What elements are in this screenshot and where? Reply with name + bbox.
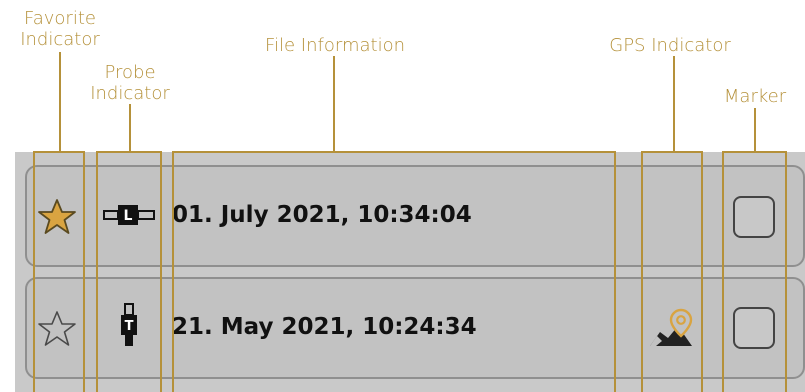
marker-callout-line	[754, 108, 756, 152]
gps-column-left	[641, 151, 643, 392]
file-info-column-right	[614, 151, 616, 392]
svg-text:L: L	[124, 208, 133, 224]
file-info-column-left	[172, 151, 174, 392]
marker-checkbox-1[interactable]	[733, 196, 775, 238]
marker-column-top	[722, 151, 787, 153]
probe-column-top	[96, 151, 162, 153]
marker-checkbox-2[interactable]	[733, 307, 775, 349]
probe-t-icon: T	[121, 303, 137, 346]
file-info-column-top	[172, 151, 616, 153]
favorite-column-top	[33, 151, 85, 153]
favorite-callout-line	[59, 52, 61, 152]
star-filled-icon[interactable]	[37, 198, 77, 236]
file-info-text-1: 01. July 2021, 10:34:04	[172, 202, 472, 228]
file-information-label: File Information	[264, 35, 406, 56]
marker-column-left	[722, 151, 724, 392]
probe-callout-line	[129, 104, 131, 152]
star-outline-icon[interactable]	[37, 310, 77, 348]
gps-indicator-label: GPS Indicator	[609, 35, 731, 56]
file-info-callout-line	[333, 56, 335, 152]
favorite-column-right	[83, 151, 85, 392]
gps-map-pin-icon	[650, 308, 693, 346]
gps-callout-line	[673, 56, 675, 152]
svg-text:T: T	[125, 319, 134, 334]
file-info-text-2: 21. May 2021, 10:24:34	[172, 314, 477, 340]
gps-column-right	[701, 151, 703, 392]
probe-column-right	[160, 151, 162, 392]
probe-indicator-label: Probe Indicator	[90, 62, 170, 104]
probe-column-left	[96, 151, 98, 392]
marker-label: Marker	[723, 86, 787, 107]
gps-column-top	[641, 151, 703, 153]
favorite-column-left	[33, 151, 35, 392]
probe-l-icon: L	[103, 205, 155, 225]
marker-column-right	[785, 151, 787, 392]
favorite-indicator-label: Favorite Indicator	[20, 8, 100, 50]
